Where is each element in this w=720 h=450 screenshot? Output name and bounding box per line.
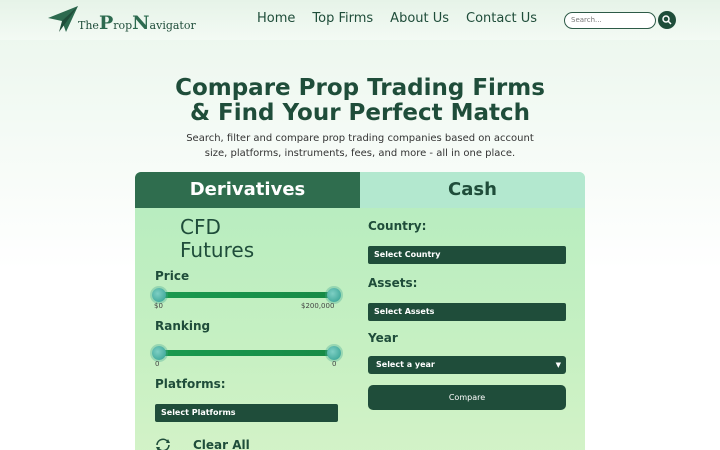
nav-about-us[interactable]: About Us: [390, 11, 449, 26]
country-label: Country:: [368, 219, 427, 233]
page-subtitle: Search, filter and compare prop trading …: [186, 133, 534, 159]
nav-home[interactable]: Home: [257, 11, 295, 26]
price-label: Price: [155, 269, 190, 283]
search-button[interactable]: [658, 11, 676, 29]
tab-cash[interactable]: Cash: [360, 172, 585, 208]
ranking-max-value: 0: [332, 360, 337, 368]
platforms-select[interactable]: Select Platforms: [155, 404, 338, 422]
filter-panel: Derivatives Cash CFD Futures Price $0 $2…: [135, 172, 585, 450]
ranking-min-value: 0: [155, 360, 160, 368]
page-title-line2: & Find Your Perfect Match: [189, 100, 531, 126]
nav-contact-us[interactable]: Contact Us: [466, 11, 537, 26]
ranking-min-handle[interactable]: [152, 346, 166, 360]
country-select[interactable]: Select Country: [368, 246, 566, 264]
ranking-max-handle[interactable]: [327, 346, 341, 360]
price-min-handle[interactable]: [152, 288, 166, 302]
year-label: Year: [368, 331, 398, 345]
search-input[interactable]: Search...: [564, 12, 656, 29]
price-max-handle[interactable]: [327, 288, 341, 302]
logo-text: ThePropNavigator: [78, 12, 196, 34]
clear-all-button[interactable]: Clear All: [193, 438, 250, 450]
refresh-icon[interactable]: [154, 438, 172, 450]
price-max-value: $200,000: [301, 302, 335, 310]
platforms-label: Platforms:: [155, 377, 226, 391]
page-title: Compare Prop Trading Firms & Find Your P…: [0, 76, 720, 126]
tab-derivatives[interactable]: Derivatives: [135, 172, 360, 208]
navbar: ThePropNavigator Home Top Firms About Us…: [0, 0, 720, 40]
nav-top-firms[interactable]: Top Firms: [312, 11, 373, 26]
page-title-line1: Compare Prop Trading Firms: [175, 75, 545, 101]
ranking-label: Ranking: [155, 319, 211, 333]
price-min-value: $0: [154, 302, 163, 310]
assets-select[interactable]: Select Assets: [368, 303, 566, 321]
category-list: CFD Futures: [180, 216, 254, 262]
category-cfd[interactable]: CFD: [180, 216, 254, 239]
ranking-slider-track[interactable]: [158, 350, 334, 356]
price-slider-track[interactable]: [158, 292, 334, 298]
category-futures[interactable]: Futures: [180, 239, 254, 262]
paper-plane-logo-icon: [48, 6, 78, 32]
chevron-down-icon: ▼: [555, 361, 561, 369]
site-logo[interactable]: ThePropNavigator: [46, 4, 196, 34]
search-icon: [662, 15, 672, 25]
assets-label: Assets:: [368, 276, 418, 290]
year-select-value: Select a year: [376, 360, 435, 369]
year-select[interactable]: Select a year ▼: [368, 356, 566, 374]
nav-links: Home Top Firms About Us Contact Us: [257, 11, 537, 26]
compare-button[interactable]: Compare: [368, 385, 566, 410]
